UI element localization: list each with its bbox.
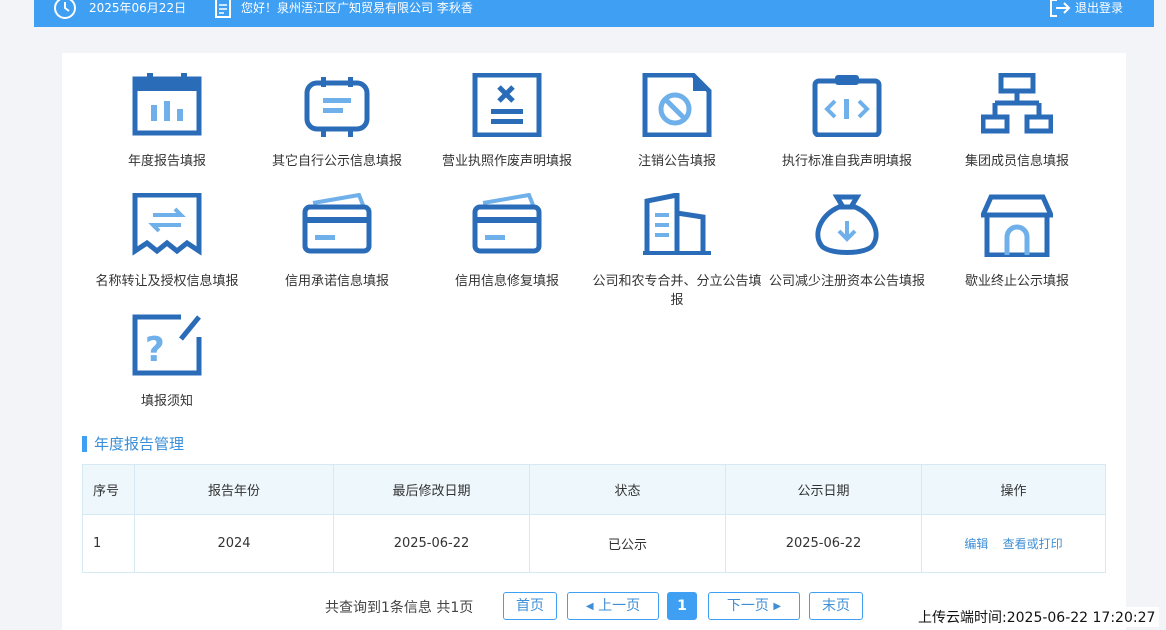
- caret-left-icon: ◀: [585, 601, 594, 612]
- clock-icon: [52, 0, 78, 19]
- prev-page-label: 上一页: [598, 598, 641, 614]
- tile-label: 公司和农专合并、分立公告填报: [592, 274, 762, 308]
- tile-name-transfer[interactable]: 名称转让及授权信息填报: [82, 192, 252, 291]
- table-row: 1 2024 2025-06-22 已公示 2025-06-22 编辑 查看或打…: [82, 514, 1106, 573]
- tile-label: 执行标准自我声明填报: [781, 154, 912, 169]
- tile-label: 信用信息修复填报: [454, 274, 559, 289]
- upload-timestamp: 上传云端时间:2025-06-22 17:20:27: [916, 607, 1160, 627]
- cell-index: 1: [82, 514, 135, 573]
- tile-label: 公司减少注册资本公告填报: [768, 274, 925, 289]
- tile-label: 年度报告填报: [127, 154, 206, 169]
- tile-business-termination[interactable]: 歇业终止公示填报: [932, 193, 1102, 291]
- svg-text:?: ?: [145, 330, 165, 370]
- annual-report-table: 序号 报告年份 最后修改日期 状态 公示日期 操作 1 2024 2025-06…: [82, 464, 1106, 573]
- tile-label: 信用承诺信息填报: [284, 274, 389, 289]
- tile-label: 歇业终止公示填报: [964, 274, 1069, 289]
- tile-label: 营业执照作废声明填报: [441, 154, 572, 169]
- buildings-icon: [641, 191, 713, 257]
- current-date: 2025年06月22日: [89, 1, 187, 15]
- col-header-modified: 最后修改日期: [333, 464, 530, 515]
- logout-icon[interactable]: [1048, 0, 1072, 17]
- tile-capital-reduction[interactable]: 公司减少注册资本公告填报: [762, 193, 932, 291]
- current-page-button[interactable]: 1: [667, 592, 697, 620]
- view-print-link[interactable]: 查看或打印: [1003, 537, 1063, 551]
- transfer-icon: [131, 192, 203, 257]
- cell-modified: 2025-06-22: [333, 514, 530, 573]
- next-page-label: 下一页: [726, 598, 769, 614]
- user-greeting: 您好！泉州浯江区广知贸易有限公司 李秋香: [241, 1, 473, 15]
- col-header-actions: 操作: [921, 464, 1106, 515]
- tile-merge-split[interactable]: 公司和农专合并、分立公告填报: [592, 191, 762, 310]
- col-header-status: 状态: [529, 464, 726, 515]
- col-header-index: 序号: [82, 464, 135, 515]
- tile-filing-notice[interactable]: ? 填报须知: [82, 313, 252, 411]
- tile-credit-repair[interactable]: 信用信息修复填报: [422, 192, 592, 291]
- last-page-button[interactable]: 末页: [809, 592, 863, 620]
- tile-other-public-info[interactable]: 其它自行公示信息填报: [252, 73, 422, 171]
- prev-page-button[interactable]: ◀ 上一页: [567, 592, 659, 620]
- calendar-icon: [131, 73, 203, 137]
- tile-credit-commitment[interactable]: 信用承诺信息填报: [252, 192, 422, 291]
- tile-label: 其它自行公示信息填报: [271, 154, 402, 169]
- col-header-publish-date: 公示日期: [725, 464, 922, 515]
- tile-label: 名称转让及授权信息填报: [95, 274, 239, 289]
- next-page-button[interactable]: 下一页 ▶: [708, 592, 800, 620]
- cancel-document-icon: [641, 72, 713, 138]
- tile-label: 填报须知: [140, 394, 193, 409]
- tile-standard-declaration[interactable]: 执行标准自我声明填报: [762, 73, 932, 171]
- tile-cancel-notice[interactable]: 注销公告填报: [592, 72, 762, 171]
- tile-annual-report[interactable]: 年度报告填报: [82, 73, 252, 171]
- top-bar: 2025年06月22日 您好！泉州浯江区广知贸易有限公司 李秋香 退出登录: [34, 0, 1154, 27]
- code-clipboard-icon: [811, 73, 883, 138]
- cell-publish-date: 2025-06-22: [725, 514, 922, 573]
- money-bag-icon: [811, 193, 883, 257]
- logout-link[interactable]: 退出登录: [1075, 0, 1123, 16]
- cell-actions: 编辑 查看或打印: [921, 514, 1106, 573]
- tile-label: 集团成员信息填报: [964, 154, 1069, 169]
- main-panel: 年度报告填报 其它自行公示信息填报 营业执照作废声明填报 注销公告填报 执行标准…: [62, 53, 1126, 630]
- section-title: 年度报告管理: [82, 435, 184, 453]
- first-page-button[interactable]: 首页: [503, 592, 557, 620]
- credit-card-icon: [301, 192, 373, 257]
- tile-license-void[interactable]: 营业执照作废声明填报: [422, 72, 592, 171]
- store-icon: [979, 193, 1055, 258]
- tile-group-members[interactable]: 集团成员信息填报: [932, 72, 1102, 171]
- void-document-icon: [471, 72, 543, 138]
- table-header-row: 序号 报告年份 最后修改日期 状态 公示日期 操作: [82, 464, 1106, 515]
- tile-label: 注销公告填报: [637, 154, 716, 169]
- credit-card-icon: [471, 192, 543, 257]
- edit-link[interactable]: 编辑: [964, 537, 988, 551]
- scroll-icon: [301, 73, 373, 137]
- col-header-year: 报告年份: [134, 464, 334, 515]
- caret-right-icon: ▶: [773, 601, 782, 612]
- document-icon: [214, 0, 232, 18]
- question-note-icon: ?: [131, 313, 203, 377]
- cell-year: 2024: [134, 514, 334, 573]
- org-chart-icon: [980, 72, 1054, 137]
- cell-status: 已公示: [529, 514, 726, 573]
- pagination-info: 共查询到1条信息 共1页: [325, 600, 474, 616]
